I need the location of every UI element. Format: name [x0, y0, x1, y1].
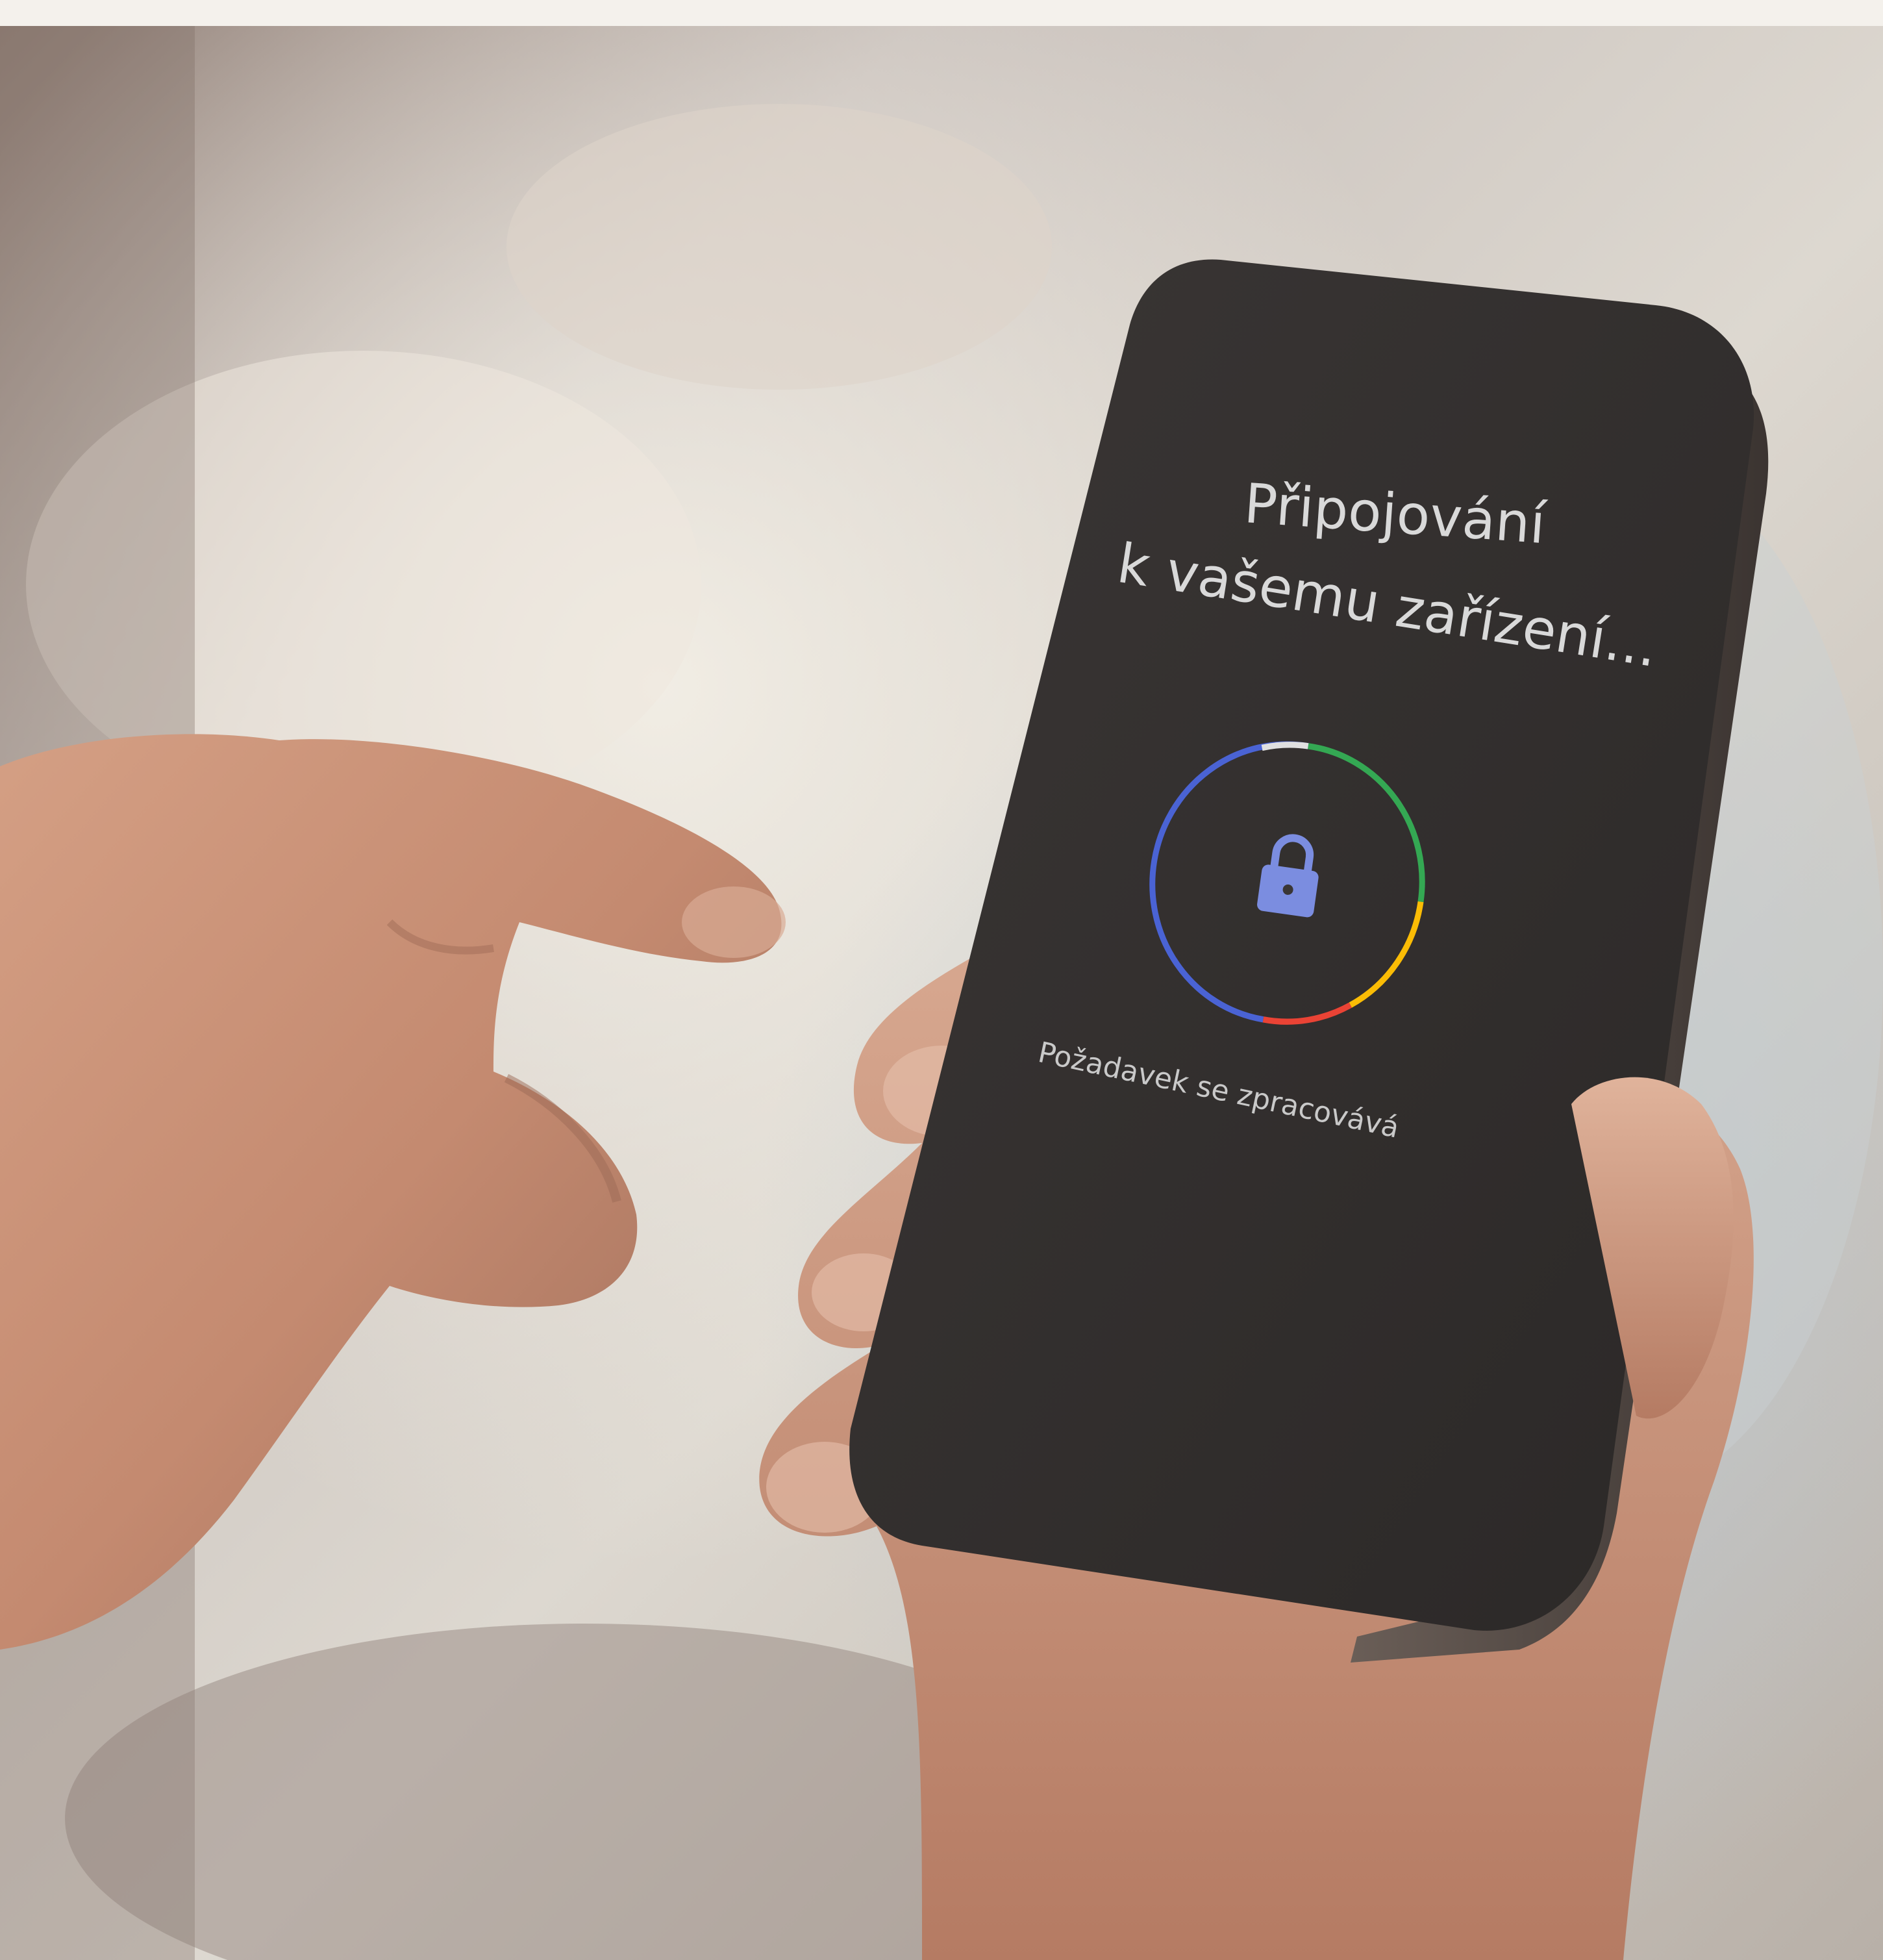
- photo-scene: [0, 0, 1883, 1960]
